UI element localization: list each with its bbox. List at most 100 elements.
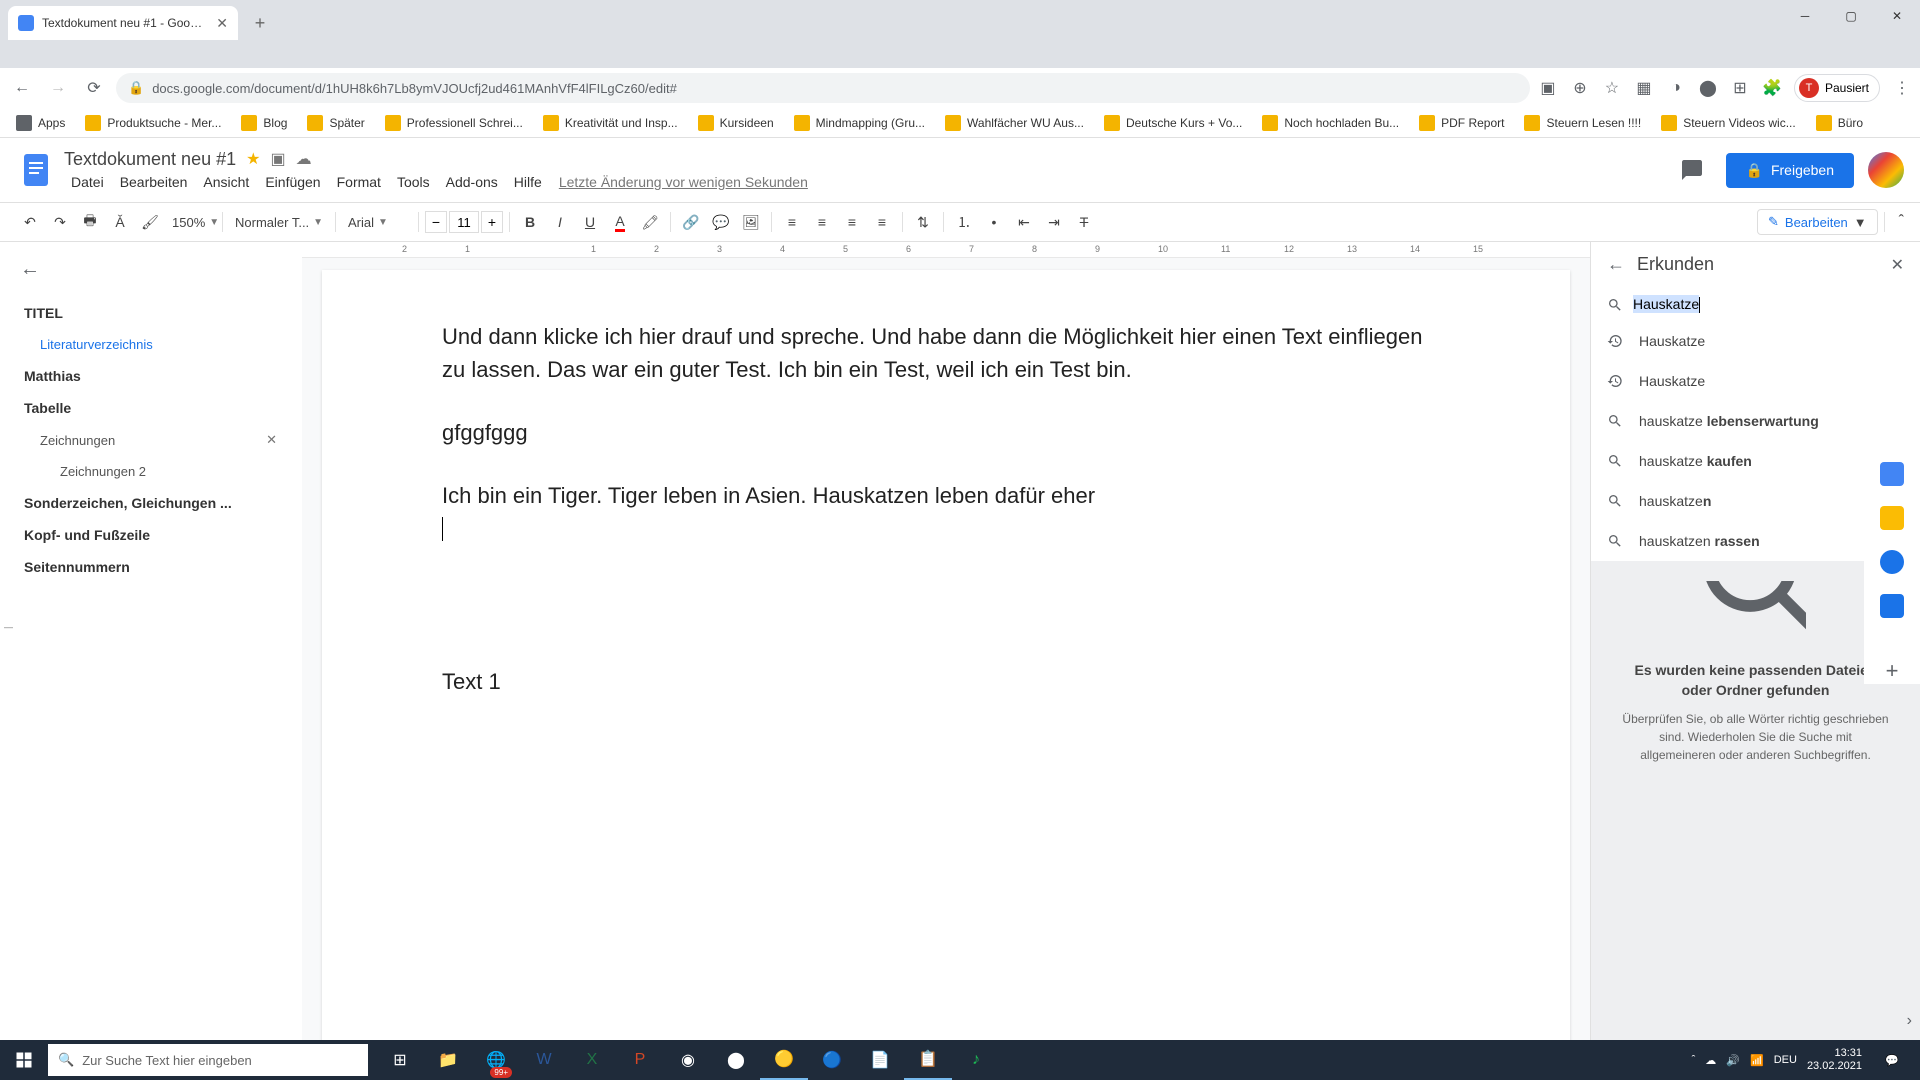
font-size-decrease[interactable]: − (425, 211, 447, 233)
extensions-icon[interactable]: 🧩 (1762, 78, 1782, 98)
spotify-icon[interactable]: ♪ (952, 1040, 1000, 1080)
window-maximize-button[interactable]: ▢ (1828, 0, 1874, 32)
browser-tab[interactable]: Textdokument neu #1 - Google D ✕ (8, 6, 238, 40)
explore-search-input[interactable]: Hauskatze (1633, 296, 1904, 313)
horizontal-ruler[interactable]: 21123456789101112131415 (302, 242, 1590, 258)
outline-item[interactable]: Seitennummern (20, 551, 281, 583)
edge-icon[interactable]: 🌐99+ (472, 1040, 520, 1080)
rail-expand-icon[interactable]: › (1907, 1012, 1912, 1030)
share-button[interactable]: 🔒 Freigeben (1726, 153, 1854, 188)
undo-button[interactable]: ↶ (16, 208, 44, 236)
outline-item[interactable]: Matthias (20, 360, 281, 392)
add-rail-icon[interactable]: + (1886, 658, 1899, 684)
line-spacing-button[interactable]: ⇅ (909, 208, 937, 236)
tab-close-icon[interactable]: ✕ (216, 15, 228, 32)
search-suggestion[interactable]: hauskatze lebenserwartung (1591, 401, 1920, 441)
profile-paused-button[interactable]: T Pausiert (1794, 74, 1880, 102)
bookmark-item[interactable]: Später (299, 111, 372, 135)
browser-menu-icon[interactable]: ⋮ (1892, 78, 1912, 98)
paragraph-style-select[interactable]: Normaler T...▼ (229, 208, 329, 236)
search-suggestion[interactable]: Hauskatze (1591, 361, 1920, 401)
powerpoint-icon[interactable]: P (616, 1040, 664, 1080)
spellcheck-button[interactable]: Ǎ (106, 208, 134, 236)
nav-back-button[interactable]: ← (8, 74, 36, 102)
print-button[interactable]: 🖶 (76, 208, 104, 236)
bulleted-list-button[interactable]: • (980, 208, 1008, 236)
align-center-button[interactable]: ≡ (808, 208, 836, 236)
language-indicator[interactable]: DEU (1774, 1054, 1797, 1066)
text-color-button[interactable]: A (606, 208, 634, 236)
font-size-value[interactable]: 11 (449, 211, 479, 233)
document-title[interactable]: Textdokument neu #1 (64, 149, 236, 170)
move-document-icon[interactable]: ▣ (270, 149, 285, 169)
outline-item[interactable]: Sonderzeichen, Gleichungen ... (20, 487, 281, 519)
excel-icon[interactable]: X (568, 1040, 616, 1080)
address-bar[interactable]: 🔒 docs.google.com/document/d/1hUH8k6h7Lb… (116, 73, 1530, 103)
outline-item[interactable]: Kopf- und Fußzeile (20, 519, 281, 551)
document-page[interactable]: Und dann klicke ich hier drauf und sprec… (322, 270, 1570, 1070)
align-right-button[interactable]: ≡ (838, 208, 866, 236)
indent-increase-button[interactable]: ⇥ (1040, 208, 1068, 236)
zoom-icon[interactable]: ⊕ (1570, 78, 1590, 98)
bookmark-item[interactable]: Apps (8, 111, 73, 135)
wifi-icon[interactable]: 📶 (1750, 1054, 1764, 1067)
menu-tools[interactable]: Tools (390, 172, 437, 192)
paint-format-button[interactable]: 🖌 (136, 208, 164, 236)
camera-icon[interactable]: ▣ (1538, 78, 1558, 98)
align-justify-button[interactable]: ≡ (868, 208, 896, 236)
collapse-toolbar-button[interactable]: ˆ (1899, 213, 1904, 231)
outline-item[interactable]: Zeichnungen✕ (20, 424, 281, 456)
file-explorer-icon[interactable]: 📁 (424, 1040, 472, 1080)
user-avatar[interactable] (1868, 152, 1904, 188)
bookmark-item[interactable]: Wahlfächer WU Aus... (937, 111, 1092, 135)
outline-item-remove-icon[interactable]: ✕ (266, 432, 277, 448)
align-left-button[interactable]: ≡ (778, 208, 806, 236)
ext1-icon[interactable]: ◑ (1666, 78, 1686, 98)
window-minimize-button[interactable]: ─ (1782, 0, 1828, 32)
tasks-rail-icon[interactable] (1880, 550, 1904, 574)
explore-back-button[interactable]: ← (1607, 254, 1625, 275)
underline-button[interactable]: U (576, 208, 604, 236)
last-edit-link[interactable]: Letzte Änderung vor wenigen Sekunden (551, 172, 816, 192)
zoom-select[interactable]: 150%▼ (166, 208, 216, 236)
outline-title[interactable]: TITEL (20, 297, 281, 329)
comments-button[interactable] (1672, 150, 1712, 190)
bookmark-item[interactable]: Mindmapping (Gru... (786, 111, 933, 135)
comment-button[interactable]: 💬 (707, 208, 735, 236)
bookmark-item[interactable]: Steuern Lesen !!!! (1516, 111, 1649, 135)
app3-icon[interactable]: 📋 (904, 1040, 952, 1080)
outline-item[interactable]: Tabelle (20, 392, 281, 424)
windows-start-button[interactable] (0, 1040, 48, 1080)
bookmark-item[interactable]: Blog (233, 111, 295, 135)
onedrive-icon[interactable]: ☁ (1705, 1054, 1716, 1067)
menu-bearbeiten[interactable]: Bearbeiten (113, 172, 195, 192)
contacts-rail-icon[interactable] (1880, 594, 1904, 618)
chrome-icon[interactable]: 🟡 (760, 1040, 808, 1080)
docs-logo[interactable] (16, 150, 56, 190)
volume-icon[interactable]: 🔊 (1726, 1054, 1740, 1067)
system-clock[interactable]: 13:31 23.02.2021 (1807, 1047, 1862, 1073)
outline-item[interactable]: Zeichnungen 2 (20, 456, 281, 487)
ext2-icon[interactable]: ⬤ (1698, 78, 1718, 98)
app2-icon[interactable]: 📄 (856, 1040, 904, 1080)
bookmark-item[interactable]: Produktsuche - Mer... (77, 111, 229, 135)
outline-item[interactable]: Literaturverzeichnis (20, 329, 281, 360)
tray-chevron-icon[interactable]: ˆ (1692, 1054, 1696, 1066)
font-select[interactable]: Arial▼ (342, 208, 412, 236)
numbered-list-button[interactable]: ⒈ (950, 208, 978, 236)
document-paragraph[interactable]: Text 1 (442, 665, 1450, 698)
nav-forward-button[interactable]: → (44, 74, 72, 102)
bookmark-item[interactable]: Büro (1808, 111, 1871, 135)
menu-format[interactable]: Format (330, 172, 388, 192)
menu-hilfe[interactable]: Hilfe (507, 172, 549, 192)
font-size-increase[interactable]: + (481, 211, 503, 233)
redo-button[interactable]: ↷ (46, 208, 74, 236)
qr-icon[interactable]: ▦ (1634, 78, 1654, 98)
word-icon[interactable]: W (520, 1040, 568, 1080)
cloud-status-icon[interactable]: ☁ (296, 149, 312, 169)
app-icon[interactable]: ◉ (664, 1040, 712, 1080)
star-icon[interactable]: ☆ (1602, 78, 1622, 98)
window-close-button[interactable]: ✕ (1874, 0, 1920, 32)
menu-ansicht[interactable]: Ansicht (196, 172, 256, 192)
taskbar-search-input[interactable]: 🔍 Zur Suche Text hier eingeben (48, 1044, 368, 1076)
